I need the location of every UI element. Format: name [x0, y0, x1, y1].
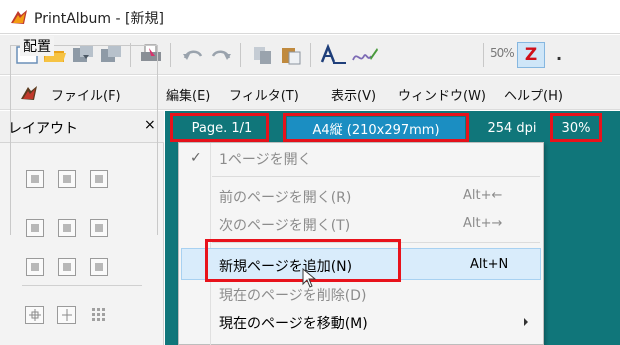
z-order-button[interactable]: Z [517, 42, 545, 68]
align-top-center-button[interactable] [58, 170, 76, 188]
copy-icon [254, 47, 271, 64]
menu-item-prev-page[interactable]: 前のページを開く(R) [219, 187, 351, 207]
align-group-box [10, 45, 158, 235]
redo-button[interactable] [208, 42, 234, 68]
center-vertical-icon [61, 309, 72, 321]
toolbar-separator [483, 43, 484, 67]
menu-item-next-page[interactable]: 次のページを開く(T) [219, 215, 350, 235]
align-middle-left-button[interactable] [26, 219, 44, 237]
menu-item-delete-page[interactable]: 現在のページを削除(D) [219, 285, 366, 305]
menu-item-open-page-1[interactable]: 1ページを開く [219, 149, 312, 169]
shortcut-prev-page: Alt+← [463, 188, 503, 203]
dpi-indicator[interactable]: 254 dpi [476, 117, 548, 139]
signature-tool-button[interactable] [350, 42, 380, 68]
grid-button[interactable] [89, 306, 108, 324]
panel-divider [22, 285, 142, 286]
center-horizontal-icon [28, 309, 41, 321]
window-title: PrintAlbum - [新規] [34, 11, 164, 27]
shortcut-next-page: Alt+→ [463, 216, 503, 231]
menu-filter[interactable]: フィルタ(T) [229, 85, 299, 104]
menu-separator [212, 176, 540, 177]
undo-icon [183, 50, 203, 60]
menu-view[interactable]: 表示(V) [331, 85, 376, 104]
title-bar: PrintAlbum - [新規] [0, 0, 620, 34]
align-group-label: 配置 [20, 36, 54, 56]
redo-icon [211, 50, 231, 60]
highlight-box-zoom [550, 113, 602, 142]
toolbar-separator [170, 43, 171, 67]
toolbar-overflow-button[interactable]: . [556, 45, 562, 64]
mouse-cursor-icon [302, 268, 317, 288]
paste-icon [282, 48, 301, 65]
submenu-arrow-icon [524, 318, 528, 326]
zoom-50-button[interactable]: 50% [490, 46, 515, 60]
app-logo-icon [11, 10, 27, 24]
align-bottom-right-button[interactable] [90, 258, 108, 276]
align-bottom-left-button[interactable] [26, 258, 44, 276]
align-middle-center-button[interactable] [58, 219, 76, 237]
center-horizontal-button[interactable] [25, 306, 44, 324]
align-top-left-button[interactable] [26, 170, 44, 188]
copy-button[interactable] [250, 42, 276, 68]
undo-button[interactable] [180, 42, 206, 68]
text-tool-icon [320, 44, 346, 64]
signature-tool-icon [352, 48, 378, 61]
highlight-box-paper [283, 113, 469, 142]
menu-edit[interactable]: 編集(E) [166, 85, 210, 104]
check-icon: ✓ [190, 150, 202, 166]
toolbar-separator [240, 43, 241, 67]
z-order-label: Z [524, 45, 538, 65]
shortcut-add-new-page: Alt+N [470, 257, 509, 272]
grid-icon [91, 308, 105, 321]
align-middle-right-button[interactable] [90, 219, 108, 237]
paste-button[interactable] [278, 42, 304, 68]
text-tool-button[interactable] [318, 42, 348, 68]
align-top-right-button[interactable] [90, 170, 108, 188]
toolbar-separator [310, 43, 311, 67]
highlight-box-page [170, 113, 269, 142]
menu-item-move-page[interactable]: 現在のページを移動(M) [219, 313, 368, 333]
align-bottom-center-button[interactable] [58, 258, 76, 276]
menu-window[interactable]: ウィンドウ(W) [398, 85, 486, 104]
menu-help[interactable]: ヘルプ(H) [504, 85, 563, 104]
center-vertical-button[interactable] [57, 306, 76, 324]
